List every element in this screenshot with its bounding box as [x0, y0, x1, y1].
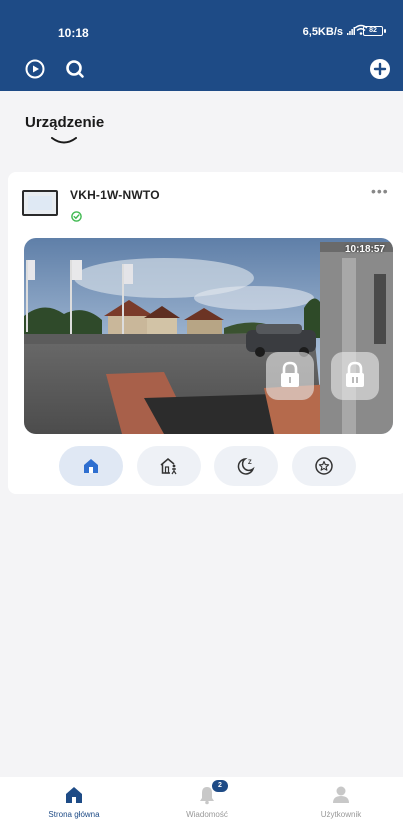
title-underline [51, 137, 77, 144]
home-icon [84, 459, 98, 473]
nav-home[interactable]: Strona główna [19, 777, 129, 827]
nav-user[interactable]: Użytkownik [286, 777, 396, 827]
away-house-icon [160, 458, 177, 475]
camera-timestamp: 10:18:57 [344, 244, 385, 255]
home-icon [66, 787, 82, 803]
play-circle-icon[interactable] [24, 58, 46, 80]
nav-user-label: Użytkownik [320, 810, 362, 819]
nav-messages-label: Wiadomość [186, 810, 228, 819]
app-header: 10:18 6,5KB/s 82 [0, 0, 403, 91]
camera-image [24, 238, 393, 434]
lock-icon [281, 361, 299, 387]
plus-circle-icon[interactable] [369, 58, 391, 80]
status-time: 10:18 [58, 26, 89, 40]
unlock-button-1[interactable] [266, 352, 314, 400]
mode-sleep-button[interactable]: Z [214, 446, 278, 486]
moon-sleep-icon: Z [237, 457, 255, 475]
lock-icon [346, 361, 364, 387]
device-name: VKH-1W-NWTO [70, 188, 160, 202]
status-bar: 10:18 6,5KB/s 82 [0, 0, 403, 40]
nav-messages[interactable]: 2 Wiadomość [152, 777, 262, 827]
device-thumbnail [22, 190, 58, 216]
bottom-navigation: Strona główna 2 Wiadomość Użytkownik [0, 777, 403, 827]
mode-away-button[interactable] [137, 446, 201, 486]
mode-home-button[interactable] [59, 446, 123, 486]
more-options-button[interactable]: ••• [371, 184, 389, 198]
notification-badge: 2 [212, 780, 228, 792]
unlock-button-2[interactable] [331, 352, 379, 400]
mode-custom-button[interactable] [292, 446, 356, 486]
star-circle-icon [315, 457, 333, 475]
online-status-icon [71, 211, 82, 222]
user-icon [333, 786, 349, 803]
search-icon[interactable] [64, 58, 86, 80]
svg-text:Z: Z [248, 460, 252, 466]
network-speed: 6,5KB/s [302, 26, 343, 38]
battery-icon: 82 [363, 26, 386, 36]
camera-preview[interactable]: 10:18:57 [24, 238, 393, 434]
device-card[interactable]: VKH-1W-NWTO ••• 10:18:57 Z [8, 172, 403, 494]
section-title: Urządzenie [25, 114, 105, 131]
nav-home-label: Strona główna [48, 810, 100, 819]
